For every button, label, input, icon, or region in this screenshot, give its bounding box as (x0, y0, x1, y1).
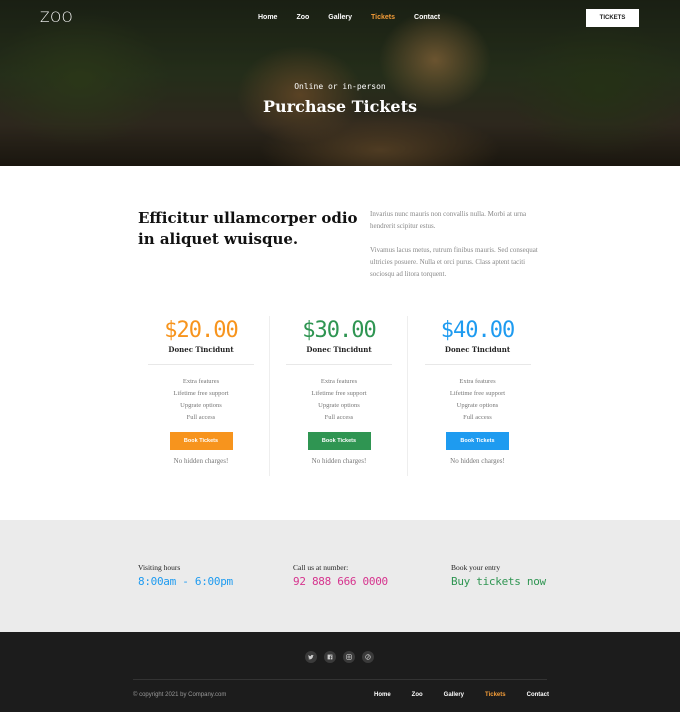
feature-item: Lifetime free support (449, 390, 506, 397)
pricing-card: $20.00 Donec Tincidunt Extra features Li… (133, 316, 270, 476)
pricing-note: No hidden charges! (450, 457, 505, 465)
feature-item: Full access (186, 414, 216, 421)
intro-heading: Efficitur ullamcorper odio in aliquet wu… (138, 209, 358, 248)
pricing-card: $30.00 Donec Tincidunt Extra features Li… (271, 316, 408, 476)
feature-item: Lifetime free support (173, 390, 229, 397)
footer-nav-zoo[interactable]: Zoo (412, 692, 423, 698)
tickets-button[interactable]: TICKETS (586, 9, 639, 27)
feature-item: Upgrate options (180, 402, 222, 409)
footer-nav-gallery[interactable]: Gallery (444, 692, 464, 698)
facebook-icon[interactable] (324, 651, 336, 663)
pricing-note: No hidden charges! (173, 457, 229, 465)
feature-item: Upgrate options (318, 402, 360, 409)
nav-item-contact[interactable]: Contact (414, 14, 440, 21)
price: $30.00 (302, 318, 376, 343)
plan-name: Donec Tincidunt (444, 345, 511, 354)
plan-name: Donec Tincidunt (306, 345, 372, 354)
nav-item-gallery[interactable]: Gallery (328, 14, 352, 21)
divider (286, 364, 392, 365)
footer-nav-contact[interactable]: Contact (527, 692, 549, 698)
instagram-icon[interactable] (343, 651, 355, 663)
nav-item-zoo[interactable]: Zoo (296, 14, 309, 21)
book-tickets-button[interactable]: Book Tickets (446, 432, 509, 450)
phone-number[interactable]: 92 888 666 0000 (293, 575, 388, 588)
feature-item: Extra features (459, 378, 496, 385)
footer-nav-home[interactable]: Home (374, 692, 391, 698)
page-title: Purchase Tickets (263, 97, 417, 116)
book-tickets-button[interactable]: Book Tickets (169, 432, 233, 450)
intro-paragraph: Vivamus lacus metus, rutrum finibus maur… (370, 246, 538, 278)
pinterest-icon[interactable] (362, 651, 374, 663)
price: $20.00 (164, 318, 238, 343)
footer-divider (133, 679, 547, 680)
hero-subtitle: Online or in-person (294, 82, 386, 91)
site-logo[interactable]: ZOO (40, 10, 73, 26)
feature-item: Lifetime free support (311, 390, 367, 397)
site-footer (0, 632, 680, 712)
nav-item-tickets[interactable]: Tickets (371, 14, 395, 21)
book-entry-label: Book your entry (451, 563, 501, 572)
visiting-hours-value: 8:00am - 6:00pm (138, 575, 233, 588)
visiting-hours-label: Visiting hours (138, 563, 181, 572)
price: $40.00 (440, 318, 515, 343)
twitter-icon[interactable] (305, 651, 317, 663)
buy-tickets-link[interactable]: Buy tickets now (451, 575, 546, 588)
footer-nav-tickets[interactable]: Tickets (485, 692, 506, 698)
pricing-card: $40.00 Donec Tincidunt Extra features Li… (409, 316, 546, 476)
divider (424, 364, 531, 365)
hero-banner: ZOO Home Zoo Gallery Tickets Contact TIC… (0, 0, 680, 166)
nav-item-home[interactable]: Home (258, 14, 277, 21)
feature-item: Extra features (320, 378, 358, 385)
pricing-note: No hidden charges! (311, 457, 367, 465)
feature-item: Upgrate options (456, 402, 499, 409)
feature-item: Full access (324, 414, 354, 421)
feature-item: Extra features (182, 378, 220, 385)
plan-name: Donec Tincidunt (168, 345, 234, 354)
feature-item: Full access (463, 414, 492, 421)
footer-nav: Home Zoo Gallery Tickets Contact (374, 692, 570, 698)
divider (148, 364, 254, 365)
main-nav: Home Zoo Gallery Tickets Contact (258, 14, 459, 21)
copyright-text: © copyright 2021 by Company.com (133, 692, 227, 698)
book-tickets-button[interactable]: Book Tickets (307, 432, 371, 450)
intro-paragraph: Invarius nunc mauris non convallis nulla… (370, 210, 527, 230)
phone-label: Call us at number: (293, 563, 349, 572)
